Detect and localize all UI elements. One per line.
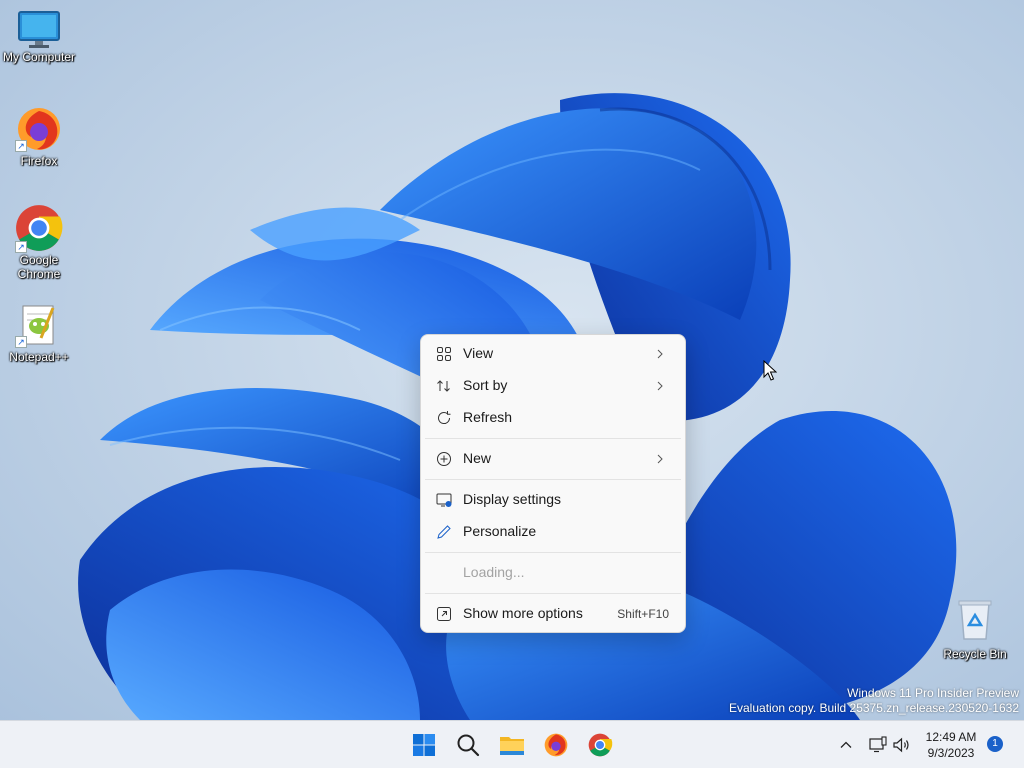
firefox-icon: [544, 733, 568, 757]
search-button[interactable]: [452, 729, 484, 761]
view-grid-icon: [437, 347, 451, 361]
desktop-icon-google-chrome[interactable]: ↗ Google Chrome: [0, 203, 78, 281]
build-watermark: Windows 11 Pro Insider Preview Evaluatio…: [729, 686, 1019, 716]
menu-item-label: Refresh: [463, 409, 513, 425]
desktop-icon-firefox[interactable]: ↗ Firefox: [0, 104, 78, 168]
menu-item-sort-by[interactable]: Sort by: [425, 371, 681, 401]
menu-separator: [425, 552, 681, 553]
chevron-up-icon[interactable]: [838, 737, 854, 753]
clock-date: 9/3/2023: [927, 746, 975, 760]
menu-separator: [425, 438, 681, 439]
menu-item-view[interactable]: View: [425, 339, 681, 369]
keyboard-shortcut: Shift+F10: [617, 607, 669, 621]
mouse-cursor-icon: [763, 360, 777, 381]
firefox-taskbar-button[interactable]: [540, 729, 572, 761]
show-more-options-icon: [437, 607, 451, 621]
chrome-taskbar-button[interactable]: [584, 729, 616, 761]
desktop-icon-label: Google Chrome: [17, 253, 61, 281]
menu-item-label: Sort by: [463, 377, 508, 393]
notification-badge[interactable]: 1: [987, 736, 1003, 752]
desktop-icon-recycle-bin[interactable]: Recycle Bin: [936, 597, 1014, 661]
shortcut-arrow-icon: ↗: [15, 241, 27, 253]
menu-item-label: New: [463, 450, 492, 466]
chevron-right-icon: [657, 349, 663, 359]
menu-item-label: Display settings: [463, 491, 562, 507]
pen-icon: [437, 525, 451, 539]
start-icon: [413, 734, 435, 756]
display-settings-icon: [436, 493, 452, 507]
refresh-icon: [438, 411, 451, 425]
volume-icon[interactable]: [892, 735, 912, 755]
start-button[interactable]: [408, 729, 440, 761]
desktop-icon-notepadpp[interactable]: ↗ Notepad++: [0, 302, 78, 364]
shortcut-arrow-icon: ↗: [15, 140, 27, 152]
search-icon: [457, 734, 480, 757]
watermark-build: Evaluation copy. Build 25375.zn_release.…: [729, 701, 1019, 715]
menu-item-show-more-options[interactable]: Show more options Shift+F10: [425, 599, 681, 629]
shortcut-arrow-icon: ↗: [15, 336, 27, 348]
desktop-icon-label: My Computer: [2, 50, 76, 64]
add-circle-icon: [437, 452, 451, 466]
menu-item-label: View: [463, 345, 494, 361]
network-icon[interactable]: [868, 735, 888, 755]
chevron-right-icon: [657, 381, 663, 391]
menu-item-loading: Loading...: [425, 558, 681, 588]
monitor-icon: [18, 11, 60, 48]
menu-item-display-settings[interactable]: Display settings: [425, 485, 681, 515]
file-explorer-icon: [500, 737, 524, 755]
sort-icon: [437, 380, 450, 392]
menu-item-label: Personalize: [463, 523, 537, 539]
file-explorer-button[interactable]: [496, 729, 528, 761]
clock-time: 12:49 AM: [925, 730, 977, 744]
recycle-bin-icon: [958, 600, 992, 640]
menu-item-label: Show more options: [463, 605, 583, 621]
desktop-icon-label: Notepad++: [9, 350, 69, 364]
desktop-icon-label: Recycle Bin: [943, 647, 1007, 661]
desktop-icon-my-computer[interactable]: My Computer: [0, 10, 78, 64]
watermark-edition: Windows 11 Pro Insider Preview: [847, 686, 1019, 700]
clock[interactable]: 12:49 AM 9/3/2023: [916, 729, 986, 761]
menu-separator: [425, 593, 681, 594]
menu-item-personalize[interactable]: Personalize: [425, 517, 681, 547]
desktop-icon-label: Firefox: [20, 154, 58, 168]
chrome-icon: [588, 733, 613, 757]
taskbar: 12:49 AM 9/3/2023: [0, 720, 1024, 768]
desktop-context-menu: View Sort by Refresh New Display setting…: [420, 334, 686, 633]
menu-item-new[interactable]: New: [425, 444, 681, 474]
menu-separator: [425, 479, 681, 480]
menu-item-label: Loading...: [463, 564, 525, 580]
menu-item-refresh[interactable]: Refresh: [425, 403, 681, 433]
chevron-right-icon: [657, 454, 663, 464]
